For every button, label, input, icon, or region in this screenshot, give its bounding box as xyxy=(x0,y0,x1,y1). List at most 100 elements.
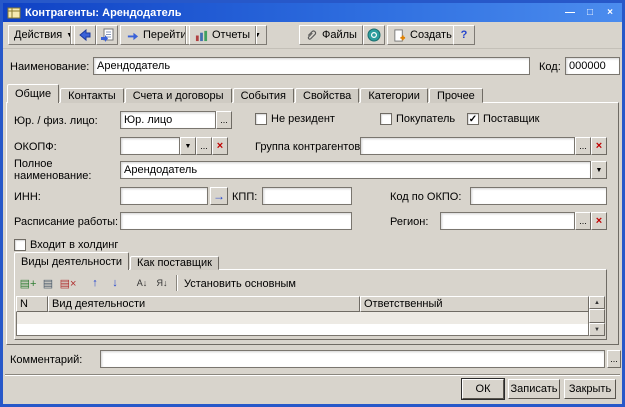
report-chart-icon xyxy=(195,29,208,42)
close-form-button[interactable]: Закрыть xyxy=(564,379,616,399)
open-list-button[interactable] xyxy=(96,25,118,45)
back-button[interactable] xyxy=(74,25,96,45)
counterparty-window: Контрагенты: Арендодатель — □ × Действия… xyxy=(0,0,625,407)
entity-type-label: Юр. / физ. лицо: xyxy=(14,115,98,127)
set-primary-button[interactable]: Установить основным xyxy=(184,278,296,290)
list-arrow-icon xyxy=(100,28,114,42)
fullname-dropdown-button[interactable]: ▼ xyxy=(591,161,607,179)
fullname-input[interactable] xyxy=(120,161,591,179)
group-input[interactable] xyxy=(360,137,575,155)
sort-asc-button[interactable]: А↓ xyxy=(132,274,152,292)
save-button[interactable]: Записать xyxy=(508,379,560,399)
code-input[interactable] xyxy=(565,57,620,75)
fullname-label: Полное наименование: xyxy=(14,158,92,182)
column-label: N xyxy=(20,298,28,310)
entity-type-select-button[interactable]: ... xyxy=(216,111,232,129)
subtab-strip: Виды деятельности Как поставщик xyxy=(14,252,220,270)
subtab-as-supplier[interactable]: Как поставщик xyxy=(130,256,219,270)
okopf-dropdown-button[interactable]: ▼ xyxy=(180,137,196,155)
add-row-button[interactable]: ▤+ xyxy=(18,274,38,292)
mail-icon xyxy=(367,28,381,42)
name-input[interactable] xyxy=(93,57,530,75)
title-bar: Контрагенты: Арендодатель — □ × xyxy=(3,3,622,22)
list-toolbar-separator xyxy=(176,275,178,291)
tab-contacts[interactable]: Контакты xyxy=(60,88,124,103)
inn-input[interactable] xyxy=(120,187,208,205)
entity-type-input[interactable] xyxy=(120,111,216,129)
group-select-button[interactable]: ... xyxy=(575,137,591,155)
okopf-select-button[interactable]: ... xyxy=(196,137,212,155)
name-label: Наименование: xyxy=(10,61,90,73)
edit-row-button[interactable]: ▤ xyxy=(38,274,58,292)
region-clear-button[interactable]: × xyxy=(591,212,607,230)
clear-icon: × xyxy=(595,139,603,152)
move-down-button[interactable]: ↓ xyxy=(105,274,125,292)
activities-table-body[interactable] xyxy=(16,312,589,336)
tab-label: Категории xyxy=(368,89,420,102)
scrollbar-thumb[interactable] xyxy=(589,309,605,323)
checkbox-box xyxy=(255,113,267,125)
column-header-activity[interactable]: Вид деятельности xyxy=(48,296,360,312)
ellipsis-icon: ... xyxy=(579,140,587,151)
tab-general[interactable]: Общие xyxy=(7,84,60,103)
okopf-clear-button[interactable]: × xyxy=(212,137,228,155)
subtab-activities[interactable]: Виды деятельности xyxy=(14,252,130,270)
tab-accounts-contracts[interactable]: Счета и договоры xyxy=(124,88,232,103)
toolbar-separator xyxy=(185,26,187,44)
mail-button[interactable] xyxy=(363,25,385,45)
scroll-down-icon: ▼ xyxy=(594,326,600,333)
column-header-responsible[interactable]: Ответственный xyxy=(360,296,589,312)
schedule-input[interactable] xyxy=(120,212,352,230)
inn-go-button[interactable]: → xyxy=(210,187,228,205)
move-up-button[interactable]: ↑ xyxy=(85,274,105,292)
comment-input[interactable] xyxy=(100,350,605,368)
buyer-checkbox[interactable]: Покупатель xyxy=(380,113,455,125)
region-select-button[interactable]: ... xyxy=(575,212,591,230)
maximize-button[interactable]: □ xyxy=(582,6,598,20)
okpo-input[interactable] xyxy=(470,187,607,205)
tab-categories[interactable]: Категории xyxy=(360,88,428,103)
table-scrollbar[interactable]: ▲ ▼ xyxy=(589,296,605,336)
scroll-up-icon: ▲ xyxy=(594,299,600,306)
kpp-input[interactable] xyxy=(262,187,352,205)
scroll-up-button[interactable]: ▲ xyxy=(589,296,605,309)
comment-label: Комментарий: xyxy=(10,354,83,366)
close-button[interactable]: × xyxy=(602,6,618,20)
ok-button[interactable]: ОК xyxy=(462,379,504,399)
tab-label: Общие xyxy=(15,88,52,100)
create-label: Создать xyxy=(410,29,452,41)
actions-button[interactable]: Действия ▼ xyxy=(8,25,80,45)
supplier-checkbox[interactable]: ✓ Поставщик xyxy=(467,113,539,125)
window-title: Контрагенты: Арендодатель xyxy=(25,6,182,19)
help-button[interactable]: ? xyxy=(453,25,475,45)
comment-expand-button[interactable]: ... xyxy=(607,350,621,368)
scroll-down-button[interactable]: ▼ xyxy=(589,323,605,336)
group-clear-button[interactable]: × xyxy=(591,137,607,155)
tab-label: Счета и договоры xyxy=(132,89,224,102)
holding-checkbox[interactable]: Входит в холдинг xyxy=(14,239,118,251)
paperclip-icon xyxy=(305,29,318,42)
tab-events[interactable]: События xyxy=(232,88,294,103)
region-input[interactable] xyxy=(440,212,575,230)
column-header-n[interactable]: N xyxy=(16,296,48,312)
toolbar-divider xyxy=(3,48,622,49)
clear-icon: × xyxy=(595,214,603,227)
kpp-label: КПП: xyxy=(232,191,258,203)
tab-properties[interactable]: Свойства xyxy=(295,88,360,103)
delete-row-button[interactable]: ▤× xyxy=(58,274,78,292)
ellipsis-icon: ... xyxy=(220,114,228,125)
files-button[interactable]: Файлы xyxy=(299,25,363,45)
sort-desc-button[interactable]: Я↓ xyxy=(152,274,172,292)
minimize-button[interactable]: — xyxy=(562,6,578,20)
okopf-input[interactable] xyxy=(120,137,180,155)
tab-other[interactable]: Прочее xyxy=(428,88,483,103)
app-icon xyxy=(7,6,21,20)
region-label: Регион: xyxy=(390,216,429,228)
code-label: Код: xyxy=(539,61,561,73)
goto-icon xyxy=(126,29,139,42)
nonresident-checkbox[interactable]: Не резидент xyxy=(255,113,335,125)
subtab-label: Виды деятельности xyxy=(21,255,123,268)
checkbox-label: Поставщик xyxy=(483,113,540,125)
actions-label: Действия xyxy=(14,29,63,41)
arrow-right-icon: → xyxy=(213,189,225,203)
